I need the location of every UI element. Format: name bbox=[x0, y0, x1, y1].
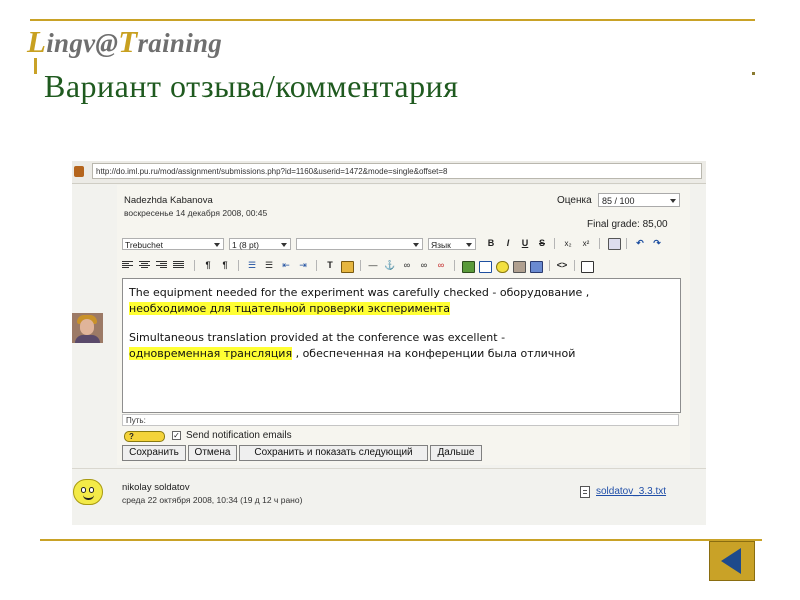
toolbar-separator bbox=[238, 260, 239, 271]
next-button[interactable]: Дальше bbox=[430, 445, 482, 461]
chevron-down-icon bbox=[281, 243, 287, 247]
clean-word-icon[interactable] bbox=[608, 238, 621, 250]
text-color-icon[interactable]: T bbox=[324, 260, 336, 271]
bold-button[interactable]: B bbox=[485, 238, 497, 249]
toolbar-separator bbox=[574, 260, 575, 271]
indent-icon[interactable]: ⇥ bbox=[297, 260, 309, 271]
student-name: Nadezhda Kabanova bbox=[124, 195, 213, 206]
toolbar-separator bbox=[316, 260, 317, 271]
submission-file-link[interactable]: soldatov_3.3.txt bbox=[596, 486, 666, 497]
final-grade: Final grade: 85,00 bbox=[587, 219, 668, 230]
horizontal-rule-icon[interactable]: — bbox=[367, 260, 379, 271]
align-left-icon[interactable] bbox=[122, 261, 133, 270]
grading-panel: Nadezhda Kabanova воскресенье 14 декабря… bbox=[117, 185, 690, 465]
toolbar-separator bbox=[360, 260, 361, 271]
link-icon[interactable]: ∞ bbox=[401, 260, 413, 271]
send-notification-label: Send notification emails bbox=[186, 430, 292, 441]
back-button[interactable] bbox=[709, 541, 755, 581]
unlink-icon[interactable]: ∞ bbox=[418, 260, 430, 271]
strikethrough-button[interactable]: S bbox=[536, 238, 548, 249]
toolbar-separator bbox=[626, 238, 627, 249]
font-family-select[interactable]: Trebuchet bbox=[122, 238, 224, 250]
logo: Lingv@Training bbox=[27, 24, 223, 59]
align-right-icon[interactable] bbox=[156, 261, 167, 270]
toolbar-separator bbox=[599, 238, 600, 249]
chevron-down-icon bbox=[214, 243, 220, 247]
avatar bbox=[72, 313, 103, 343]
submission-date: воскресенье 14 декабря 2008, 00:45 bbox=[124, 208, 268, 218]
smiley-icon[interactable] bbox=[496, 261, 509, 273]
fullscreen-icon[interactable] bbox=[581, 261, 594, 273]
submission-date: среда 22 октября 2008, 10:34 (19 д 12 ч … bbox=[122, 495, 303, 505]
send-notification-checkbox[interactable]: ✓ bbox=[172, 431, 181, 440]
row-divider bbox=[72, 468, 706, 469]
html-source-icon[interactable]: <> bbox=[556, 260, 568, 271]
anchor-icon[interactable]: ⚓ bbox=[384, 260, 396, 271]
italic-button[interactable]: I bbox=[502, 238, 514, 249]
help-button[interactable]: ? bbox=[124, 431, 165, 442]
chevron-down-icon bbox=[466, 243, 472, 247]
toolbar-separator bbox=[454, 260, 455, 271]
nolink-icon[interactable]: ∞ bbox=[435, 260, 447, 271]
grade-label: Оценка bbox=[557, 195, 592, 206]
search-replace-icon[interactable] bbox=[530, 261, 543, 273]
highlighted-translation: необходимое для тщательной проверки эксп… bbox=[129, 302, 450, 315]
toolbar-separator bbox=[194, 260, 195, 271]
slide-title: Вариант отзыва/комментария bbox=[44, 68, 459, 104]
decorative-dot bbox=[752, 72, 755, 75]
rtl-button[interactable]: ¶ bbox=[219, 260, 231, 271]
browser-address-bar: http://do.iml.pu.ru/mod/assignment/submi… bbox=[72, 161, 706, 184]
justify-icon[interactable] bbox=[173, 261, 184, 270]
favicon-icon bbox=[74, 166, 84, 177]
bg-color-icon[interactable] bbox=[341, 261, 354, 273]
save-and-next-button[interactable]: Сохранить и показать следующий bbox=[239, 445, 428, 461]
underline-button[interactable]: U bbox=[519, 238, 531, 249]
bottom-divider-line bbox=[40, 539, 762, 541]
redo-icon[interactable]: ↷ bbox=[651, 238, 663, 249]
editor-toolbar: Trebuchet 1 (8 pt) Язык B I U S x₂ x² ↶ … bbox=[122, 237, 679, 275]
comment-editor[interactable]: The equipment needed for the experiment … bbox=[122, 278, 681, 413]
comment-paragraph-1: The equipment needed for the experiment … bbox=[129, 286, 590, 315]
undo-icon[interactable]: ↶ bbox=[634, 238, 646, 249]
font-size-select[interactable]: 1 (8 pt) bbox=[229, 238, 291, 250]
grade-select[interactable]: 85 / 100 bbox=[598, 193, 680, 207]
subscript-button[interactable]: x₂ bbox=[562, 238, 574, 249]
toolbar-separator bbox=[554, 238, 555, 249]
back-arrow-icon bbox=[720, 548, 741, 574]
ltr-button[interactable]: ¶ bbox=[202, 260, 214, 271]
list-ordered-icon[interactable]: ☰ bbox=[246, 260, 258, 271]
top-divider-line bbox=[30, 19, 755, 21]
language-select[interactable]: Язык bbox=[428, 238, 476, 250]
align-center-icon[interactable] bbox=[139, 261, 150, 270]
comment-paragraph-2: Simultaneous translation provided at the… bbox=[129, 331, 576, 360]
image-icon[interactable] bbox=[462, 261, 475, 273]
chevron-down-icon bbox=[413, 243, 419, 247]
superscript-button[interactable]: x² bbox=[580, 238, 592, 249]
table-icon[interactable] bbox=[479, 261, 492, 273]
spellcheck-icon[interactable] bbox=[513, 261, 526, 273]
format-select[interactable] bbox=[296, 238, 423, 250]
toolbar-separator bbox=[549, 260, 550, 271]
file-txt-icon bbox=[580, 486, 590, 498]
list-bullet-icon[interactable]: ☰ bbox=[263, 260, 275, 271]
url-field[interactable]: http://do.iml.pu.ru/mod/assignment/submi… bbox=[92, 163, 702, 179]
assignment-screenshot: http://do.iml.pu.ru/mod/assignment/submi… bbox=[72, 161, 706, 525]
highlighted-translation: одновременная трансляция bbox=[129, 347, 293, 360]
chevron-down-icon bbox=[670, 199, 676, 203]
logo-accent-bar bbox=[34, 58, 37, 74]
student-name: nikolay soldatov bbox=[122, 482, 190, 493]
avatar bbox=[73, 479, 103, 505]
save-button[interactable]: Сохранить bbox=[122, 445, 186, 461]
outdent-icon[interactable]: ⇤ bbox=[280, 260, 292, 271]
cancel-button[interactable]: Отмена bbox=[188, 445, 237, 461]
path-bar: Путь: bbox=[122, 414, 679, 426]
